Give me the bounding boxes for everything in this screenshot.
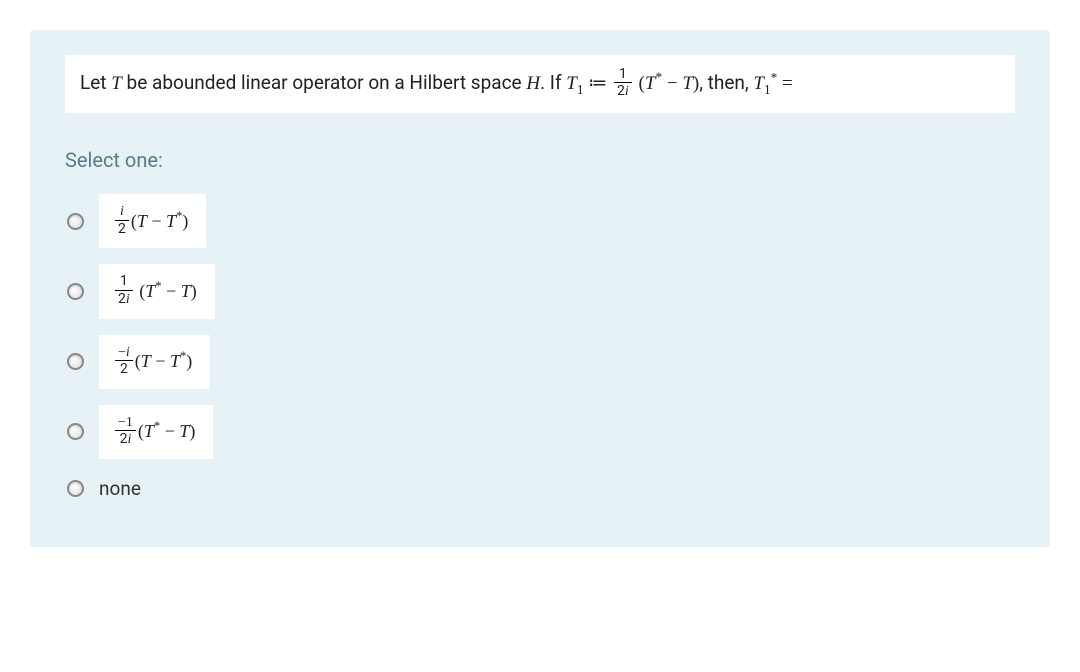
- q-frac-num: 1: [614, 67, 632, 83]
- opt-a-expr: (T − T*): [131, 211, 188, 231]
- q-mid1: be abounded linear operator on a Hilbert…: [122, 71, 527, 94]
- opt-b-rp: ): [191, 281, 197, 301]
- opt-b-minus: −: [162, 281, 181, 301]
- opt-a-den: 2: [115, 221, 129, 239]
- opt-b-num: 1: [115, 274, 133, 290]
- opt-c-den: 2: [115, 361, 133, 379]
- q-T1: T: [566, 73, 577, 94]
- opt-c-den2: 2: [120, 361, 128, 377]
- opt-a-A: T: [137, 211, 147, 231]
- option-e-label: none: [99, 475, 141, 502]
- opt-d-B: T: [179, 421, 189, 441]
- q-mid2: . If: [540, 71, 566, 94]
- q-T1b: T: [753, 73, 764, 94]
- q-T1b-sub: 1: [764, 82, 771, 97]
- opt-c-rp: ): [186, 351, 192, 371]
- question-card: Let T be abounded linear operator on a H…: [30, 30, 1050, 547]
- opt-a-frac: i 2: [115, 204, 129, 238]
- opt-b-B: T: [181, 281, 191, 301]
- option-d-math: −1 2i (T* − T): [99, 405, 213, 459]
- q-frac-deni: i: [625, 84, 629, 99]
- option-e[interactable]: none: [65, 475, 1015, 502]
- opt-a-minus: −: [147, 211, 166, 231]
- opt-d-den: 2i: [115, 431, 136, 449]
- opt-b-lp: (: [135, 281, 146, 301]
- opt-d-frac: −1 2i: [115, 415, 136, 449]
- opt-b-den: 2i: [115, 291, 133, 309]
- q-pre: Let: [80, 71, 111, 94]
- q-frac: 12i: [614, 67, 632, 101]
- opt-d-rp: ): [189, 421, 195, 441]
- opt-b-den2: 2: [118, 291, 126, 307]
- q-H: H: [526, 73, 540, 94]
- q-Tstar: T: [645, 73, 656, 94]
- q-T: T: [111, 73, 122, 94]
- opt-c-B: T: [170, 351, 180, 371]
- q-minus: −: [662, 73, 682, 94]
- opt-d-num: −1: [115, 415, 136, 431]
- q-lparen: (: [634, 73, 645, 94]
- opt-d-A: T: [144, 421, 154, 441]
- opt-b-frac: 1 2i: [115, 274, 133, 308]
- q-mid3: , then,: [699, 71, 753, 94]
- radio-a[interactable]: [67, 213, 84, 230]
- opt-d-deni: i: [127, 432, 131, 447]
- q-expr: (T* − T): [634, 73, 699, 94]
- select-one-label: Select one:: [65, 148, 1015, 172]
- radio-e[interactable]: [67, 480, 84, 497]
- option-a-math: i 2 (T − T*): [99, 194, 206, 248]
- option-a[interactable]: i 2 (T − T*): [65, 194, 1015, 248]
- option-b-math: 1 2i (T* − T): [99, 264, 215, 318]
- radio-d[interactable]: [67, 423, 84, 440]
- opt-b-A: T: [145, 281, 155, 301]
- opt-a-num: i: [115, 204, 129, 220]
- q-assign: ≔: [584, 73, 613, 94]
- option-b[interactable]: 1 2i (T* − T): [65, 264, 1015, 318]
- radio-c[interactable]: [67, 353, 84, 370]
- radio-b[interactable]: [67, 283, 84, 300]
- question-text: Let T be abounded linear operator on a H…: [65, 55, 1015, 113]
- opt-d-expr: (T* − T): [138, 421, 195, 441]
- opt-b-deni: i: [126, 292, 130, 307]
- opt-a-B: T: [166, 211, 176, 231]
- q-T1-sub: 1: [577, 82, 584, 97]
- option-d[interactable]: −1 2i (T* − T): [65, 405, 1015, 459]
- opt-c-expr: (T − T*): [135, 351, 192, 371]
- opt-c-A: T: [141, 351, 151, 371]
- options-list: i 2 (T − T*) 1 2i (T* − T) −i 2 (T − T*): [65, 194, 1015, 502]
- q-eq: =: [777, 73, 792, 94]
- option-c-math: −i 2 (T − T*): [99, 335, 210, 389]
- opt-a-rp: ): [182, 211, 188, 231]
- opt-c-num: −i: [115, 345, 133, 361]
- opt-a-den2: 2: [118, 221, 126, 237]
- q-frac-den2: 2: [617, 83, 625, 99]
- opt-b-expr: (T* − T): [135, 281, 197, 301]
- opt-d-minus: −: [160, 421, 179, 441]
- opt-c-frac: −i 2: [115, 345, 133, 379]
- option-c[interactable]: −i 2 (T − T*): [65, 335, 1015, 389]
- opt-c-minus: −: [151, 351, 170, 371]
- q-Tplain: T: [682, 73, 693, 94]
- q-frac-den: 2i: [614, 83, 632, 101]
